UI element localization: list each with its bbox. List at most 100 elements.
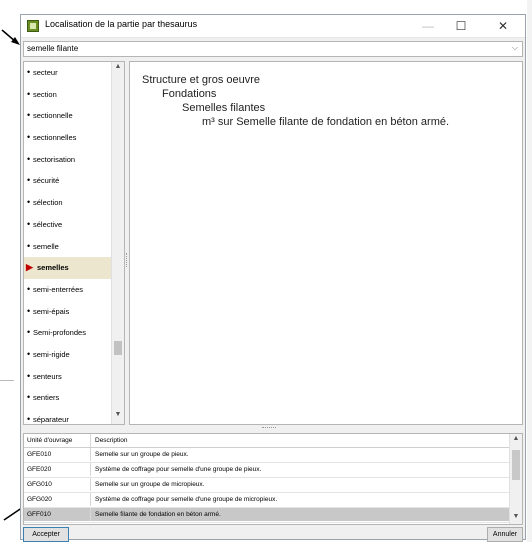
word-list-item[interactable]: • semelle xyxy=(24,236,124,258)
word-list-item-label: secteur xyxy=(33,68,58,77)
column-separator xyxy=(90,463,91,476)
bullet-icon: • xyxy=(27,305,31,316)
word-list-item[interactable]: • sectionnelles xyxy=(24,127,124,149)
word-list-item[interactable]: • semi-rigide xyxy=(24,344,124,366)
row-divider xyxy=(24,522,510,523)
unit-code-cell: GFG010 xyxy=(27,481,52,488)
bullet-icon: • xyxy=(27,197,31,208)
scroll-down-icon[interactable]: ▼ xyxy=(510,513,522,523)
bullet-icon: • xyxy=(27,392,31,403)
word-list-item[interactable]: ▶ semelles xyxy=(24,257,124,279)
word-list-item[interactable]: • senteurs xyxy=(24,366,124,388)
word-list-item-label: sectionnelle xyxy=(33,111,73,121)
word-list-item[interactable]: • sectionnelle xyxy=(24,105,124,127)
unit-code-cell: GFE010 xyxy=(27,451,52,458)
description-cell: Semelle sur un groupe de micropieux. xyxy=(95,481,205,488)
word-list-item-label: semi-enterrées xyxy=(33,284,84,294)
word-list-item-label: semelles xyxy=(37,263,69,273)
horizontal-splitter-grip-icon[interactable] xyxy=(262,427,276,431)
word-list-item[interactable]: • sélective xyxy=(24,214,124,236)
word-list-item-label: sélection xyxy=(33,198,63,208)
description-cell: Système de coffrage pour semelle d'une g… xyxy=(95,496,278,503)
word-list-item[interactable]: • séparateur xyxy=(24,409,124,424)
bullet-icon: • xyxy=(27,88,31,99)
window-title: Localisation de la partie par thesaurus xyxy=(45,19,198,29)
thesaurus-dialog: Localisation de la partie par thesaurus … xyxy=(20,14,526,542)
word-list-item-label: sélective xyxy=(33,219,63,229)
word-list-item-label: sentiers xyxy=(33,393,60,403)
column-separator xyxy=(90,478,91,491)
word-list-item-label: séparateur xyxy=(33,415,69,424)
scroll-down-icon[interactable]: ▼ xyxy=(112,411,124,423)
title-bar: Localisation de la partie par thesaurus … xyxy=(21,15,525,38)
tree-level-3: m³ sur Semelle filante de fondation en b… xyxy=(202,116,450,128)
column-header-unit[interactable]: Unité d'ouvrage xyxy=(27,437,72,444)
maximize-button[interactable]: ☐ xyxy=(444,15,478,37)
word-list-item-label: section xyxy=(33,89,57,99)
description-cell: Semelle filante de fondation en béton ar… xyxy=(95,511,221,518)
bullet-icon: • xyxy=(27,240,31,251)
table-header: Unité d'ouvrage Description xyxy=(24,434,510,448)
word-list-item-label: semi-rigide xyxy=(33,349,70,359)
cancel-button[interactable]: Annuler xyxy=(487,527,523,542)
word-list-item-label: semelle xyxy=(33,241,59,251)
word-list-item[interactable]: • semi-épais xyxy=(24,301,124,323)
description-cell: Semelle sur un groupe de pieux. xyxy=(95,451,189,458)
accept-button[interactable]: Accepter xyxy=(23,527,69,542)
column-separator xyxy=(90,508,91,521)
table-row[interactable]: GFE010 Semelle sur un groupe de pieux. xyxy=(24,448,510,461)
bullet-icon: • xyxy=(27,283,31,294)
search-combobox-value: semelle filante xyxy=(27,44,79,53)
word-list-item[interactable]: • sélection xyxy=(24,192,124,214)
scroll-up-icon[interactable]: ▲ xyxy=(510,435,522,445)
table-row[interactable]: GFF010 Semelle filante de fondation en bé… xyxy=(24,508,510,521)
bullet-icon: • xyxy=(27,218,31,229)
minimize-button[interactable]: — xyxy=(411,15,445,37)
column-header-description[interactable]: Description xyxy=(95,437,128,444)
word-list-item-label: senteurs xyxy=(33,371,62,381)
word-list-item[interactable]: • Semi-profondes xyxy=(24,322,124,344)
table-row[interactable]: GFE020 Système de coffrage pour semelle d… xyxy=(24,463,510,476)
tree-level-2: Semelles filantes xyxy=(182,102,266,114)
app-icon xyxy=(27,20,39,32)
bullet-icon: • xyxy=(27,370,31,381)
scroll-up-icon[interactable]: ▲ xyxy=(112,63,124,75)
search-combobox[interactable]: semelle filante ⌵ xyxy=(23,41,523,57)
word-list-item[interactable]: • sécurité xyxy=(24,170,124,192)
word-list-item[interactable]: • section xyxy=(24,84,124,106)
table-row[interactable]: GFG020 Système de coffrage pour semelle d… xyxy=(24,493,510,506)
chevron-down-icon[interactable]: ⌵ xyxy=(512,43,518,53)
word-list-scrollbar[interactable]: ▲ ▼ xyxy=(111,62,124,424)
word-list-item-label: sectorisation xyxy=(33,154,76,164)
column-separator xyxy=(90,493,91,506)
scrollbar-thumb[interactable] xyxy=(114,341,122,355)
description-cell: Système de coffrage pour semelle d'une g… xyxy=(95,466,262,473)
close-button[interactable]: ✕ xyxy=(486,15,520,37)
background-edge-left xyxy=(0,380,14,381)
table-row[interactable]: GFG010 Semelle sur un groupe de micropieu… xyxy=(24,478,510,491)
column-separator xyxy=(90,434,91,447)
word-list-item-label: semi-épais xyxy=(33,306,70,316)
selected-marker-icon: ▶ xyxy=(26,262,33,273)
table-scrollbar[interactable]: ▲ ▼ xyxy=(509,434,522,524)
word-list-item[interactable]: • sectorisation xyxy=(24,149,124,171)
tree-level-1: Fondations xyxy=(162,88,217,100)
word-list-item[interactable]: • secteur xyxy=(24,62,124,84)
bullet-icon: • xyxy=(27,175,31,186)
unit-code-cell: GFG020 xyxy=(27,496,52,503)
unit-code-cell: GFE020 xyxy=(27,466,52,473)
classification-tree-panel: Structure et gros oeuvre Fondations Seme… xyxy=(129,61,523,425)
work-units-table: Unité d'ouvrage Description GFE010 Semell… xyxy=(23,433,523,525)
bullet-icon: • xyxy=(27,414,31,424)
column-separator xyxy=(90,448,91,461)
scrollbar-thumb[interactable] xyxy=(512,450,520,480)
word-list[interactable]: • secteur • section • sectionnelle • sectionnel… xyxy=(23,61,125,425)
word-list-item[interactable]: • sentiers xyxy=(24,387,124,409)
bullet-icon: • xyxy=(27,110,31,121)
word-list-item-label: sécurité xyxy=(33,176,60,186)
word-list-item-label: Semi-profondes xyxy=(33,328,86,338)
bullet-icon: • xyxy=(27,153,31,164)
word-list-item[interactable]: • semi-enterrées xyxy=(24,279,124,301)
bullet-icon: • xyxy=(27,67,31,77)
unit-code-cell: GFF010 xyxy=(27,511,51,518)
